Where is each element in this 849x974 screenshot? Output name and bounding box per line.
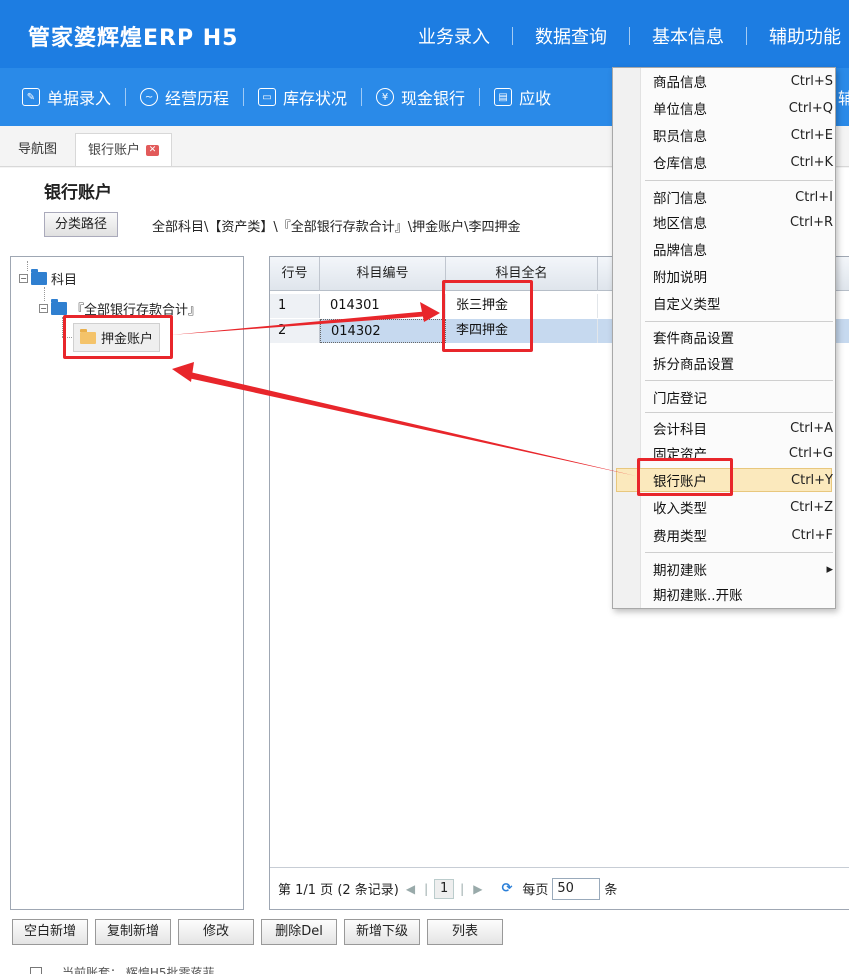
folder-icon (51, 299, 67, 315)
top-header: 管家婆辉煌ERP H5 业务录入 数据查询 基本信息 辅助功能 (0, 0, 849, 68)
toolbar-separator (361, 88, 363, 106)
folder-icon (31, 269, 47, 285)
pager-info: 第 1/1 页 (2 条记录) (278, 883, 399, 898)
menu-item-income-types[interactable]: 收入类型 Ctrl+Z (653, 496, 833, 518)
toolbar-cash-bank[interactable]: ¥ 现金银行 (376, 85, 477, 109)
column-header-code[interactable]: 科目编号 (320, 257, 446, 291)
toolbar-document-entry[interactable]: ✎ 单据录入 (22, 85, 123, 109)
account-icon (30, 966, 42, 974)
toolbar-separator (243, 88, 245, 106)
add-child-button[interactable]: 新增下级 (344, 919, 420, 945)
toolbar-overflow[interactable]: 辅 (838, 85, 849, 109)
menu-item-accounting-subjects[interactable]: 会计科目 Ctrl+A (653, 417, 833, 439)
toolbar-label: 现金银行 (401, 89, 466, 108)
toolbar-receivable[interactable]: ▤ 应收 (494, 85, 563, 109)
menu-item-brand-info[interactable]: 品牌信息 (653, 238, 833, 260)
menu-item-product-info[interactable]: 商品信息 Ctrl+S (653, 70, 833, 92)
status-bar: 当前账套： 辉煌H5批零蒋菲 (30, 964, 214, 974)
menu-separator (645, 321, 833, 322)
per-page-unit: 条 (604, 883, 618, 898)
menu-item-opening-setup[interactable]: 期初建账 ▸ (653, 558, 833, 580)
basic-info-dropdown: 商品信息 Ctrl+S 单位信息 Ctrl+Q 职员信息 Ctrl+E 仓库信息 Ctr… (612, 67, 836, 609)
page-title: 银行账户 (44, 183, 112, 203)
status-text: 当前账套： 辉煌H5批零蒋菲 (62, 966, 215, 974)
cell-code: 014301 (320, 294, 446, 318)
toolbar-label: 应收 (519, 89, 552, 108)
pager: 第 1/1 页 (2 条记录) ◀ | 1 | ▶ ⟳ 每页 50 条 (270, 867, 849, 909)
action-bar: 空白新增 复制新增 修改 删除Del 新增下级 列表 (0, 912, 849, 952)
coin-icon: ¥ (376, 88, 395, 106)
receivable-icon: ▤ (494, 88, 513, 106)
close-icon[interactable]: ✕ (146, 144, 160, 156)
annotation-box-tree (63, 315, 173, 359)
collapse-icon[interactable]: − (39, 304, 48, 313)
top-menu-business-entry[interactable]: 业务录入 (396, 23, 512, 49)
tab-bank-account[interactable]: 银行账户 ✕ (75, 133, 173, 166)
edit-button[interactable]: 修改 (178, 919, 254, 945)
prev-page-icon[interactable]: ◀ (406, 882, 415, 896)
top-menu-data-query[interactable]: 数据查询 (513, 23, 629, 49)
menu-item-custom-types[interactable]: 自定义类型 (653, 292, 833, 314)
menu-item-department-info[interactable]: 部门信息 Ctrl+I (653, 186, 833, 208)
pager-separator: | (460, 881, 465, 896)
toolbar-label: 经营历程 (165, 89, 230, 108)
menu-gutter (613, 68, 641, 608)
menu-item-unit-info[interactable]: 单位信息 Ctrl+Q (653, 97, 833, 119)
annotation-box-rows (442, 280, 533, 352)
menu-item-opening-setup-open[interactable]: 期初建账..开账 (653, 583, 833, 605)
row-number: 2 (270, 319, 320, 343)
menu-item-warehouse-info[interactable]: 仓库信息 Ctrl+K (653, 151, 833, 173)
cell-code: 014302 (320, 319, 446, 343)
toolbar-label: 库存状况 (283, 89, 348, 108)
chart-icon: ~ (140, 88, 159, 106)
tree-node-label: 科目 (51, 273, 78, 288)
current-page[interactable]: 1 (434, 878, 455, 899)
top-menu-basic-info[interactable]: 基本信息 (630, 23, 746, 49)
copy-add-button[interactable]: 复制新增 (95, 919, 171, 945)
toolbar-inventory-status[interactable]: ▭ 库存状况 (258, 85, 359, 109)
delete-button[interactable]: 删除Del (261, 919, 337, 945)
menu-item-kit-product-settings[interactable]: 套件商品设置 (653, 326, 833, 348)
edit-icon: ✎ (22, 88, 40, 106)
per-page-label: 每页 (522, 883, 549, 898)
menu-item-expense-types[interactable]: 费用类型 Ctrl+F (653, 524, 833, 546)
toolbar-business-history[interactable]: ~ 经营历程 (140, 85, 241, 109)
app-logo: 管家婆辉煌ERP H5 (28, 26, 239, 51)
menu-item-additional-notes[interactable]: 附加说明 (653, 265, 833, 287)
menu-item-staff-info[interactable]: 职员信息 Ctrl+E (653, 124, 833, 146)
top-menu: 业务录入 数据查询 基本信息 辅助功能 (396, 22, 849, 50)
next-page-icon[interactable]: ▶ (473, 882, 482, 896)
app-window: 管家婆辉煌ERP H5 业务录入 数据查询 基本信息 辅助功能 ✎ 单据录入 ~… (0, 0, 849, 974)
tab-navigation-map[interactable]: 导航图 (6, 133, 69, 166)
tree-node-root[interactable]: − 科目 (19, 269, 77, 288)
menu-item-split-product-settings[interactable]: 拆分商品设置 (653, 352, 833, 374)
submenu-arrow-icon: ▸ (826, 561, 833, 577)
menu-separator (645, 412, 833, 413)
annotation-box-menu (637, 458, 733, 496)
menu-separator (645, 552, 833, 553)
menu-item-region-info[interactable]: 地区信息 Ctrl+R (653, 211, 833, 233)
calendar-icon: ▭ (258, 88, 277, 106)
blank-add-button[interactable]: 空白新增 (12, 919, 88, 945)
toolbar-overflow-label: 辅 (838, 89, 849, 108)
toolbar-separator (479, 88, 481, 106)
list-button[interactable]: 列表 (427, 919, 503, 945)
menu-item-store-registration[interactable]: 门店登记 (653, 386, 833, 408)
pager-separator: | (424, 881, 429, 896)
per-page-input[interactable]: 50 (552, 877, 601, 900)
menu-separator (645, 180, 833, 181)
category-path-button[interactable]: 分类路径 (44, 212, 119, 237)
menu-separator (645, 380, 833, 381)
refresh-icon[interactable]: ⟳ (501, 881, 512, 896)
top-menu-auxiliary[interactable]: 辅助功能 (747, 23, 849, 49)
tab-label: 银行账户 (88, 142, 141, 158)
breadcrumb: 全部科目\【资产类】\『全部银行存款合计』\押金账户\李四押金 (152, 220, 521, 235)
collapse-icon[interactable]: − (19, 274, 28, 283)
column-header-row-no[interactable]: 行号 (270, 257, 320, 291)
row-number: 1 (270, 294, 320, 318)
toolbar-label: 单据录入 (47, 89, 112, 108)
toolbar-separator (125, 88, 127, 106)
